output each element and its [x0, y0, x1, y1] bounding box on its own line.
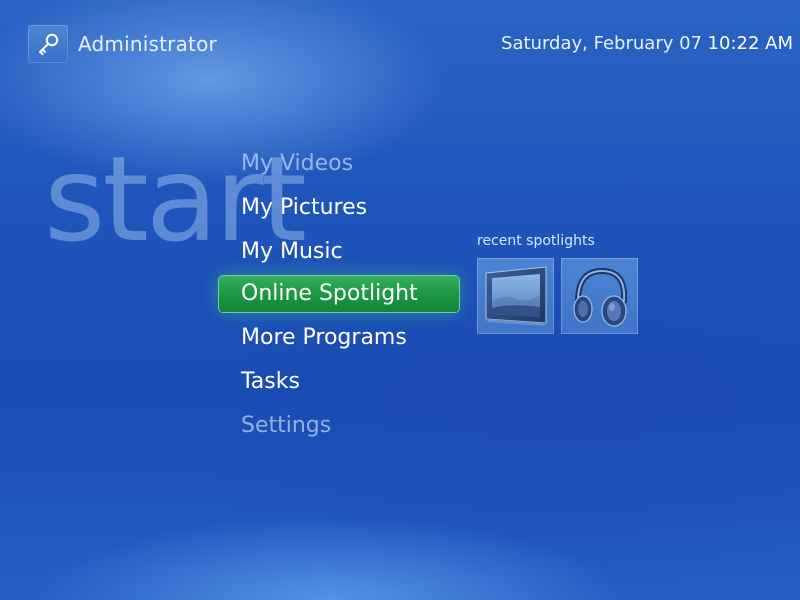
framed-landscape-icon — [485, 266, 546, 326]
time-display: 10:22 AM — [707, 33, 793, 54]
menu-item-my-pictures[interactable]: My Pictures — [219, 188, 459, 228]
date-display: Saturday, February 07 — [501, 33, 702, 54]
key-icon — [39, 33, 59, 56]
menu-item-my-music[interactable]: My Music — [219, 232, 459, 272]
user-name: Administrator — [78, 32, 217, 56]
menu-item-my-videos[interactable]: My Videos — [219, 144, 459, 184]
menu-item-tasks[interactable]: Tasks — [219, 362, 459, 402]
recent-spotlights: recent spotlights — [477, 233, 638, 334]
header: Administrator Saturday, February 07 10:2… — [0, 0, 800, 90]
menu-item-settings[interactable]: Settings — [219, 406, 459, 446]
spotlight-tile-pictures[interactable] — [477, 258, 554, 334]
recent-spotlights-title: recent spotlights — [477, 233, 595, 249]
menu-item-more-programs[interactable]: More Programs — [219, 318, 459, 358]
spotlight-tiles — [477, 258, 638, 334]
main-menu: My Videos My Pictures My Music Online Sp… — [219, 144, 459, 450]
headphones-icon — [572, 267, 627, 327]
spotlight-tile-music[interactable] — [561, 258, 638, 334]
menu-item-online-spotlight[interactable]: Online Spotlight — [219, 276, 459, 312]
user-badge[interactable] — [28, 25, 68, 63]
